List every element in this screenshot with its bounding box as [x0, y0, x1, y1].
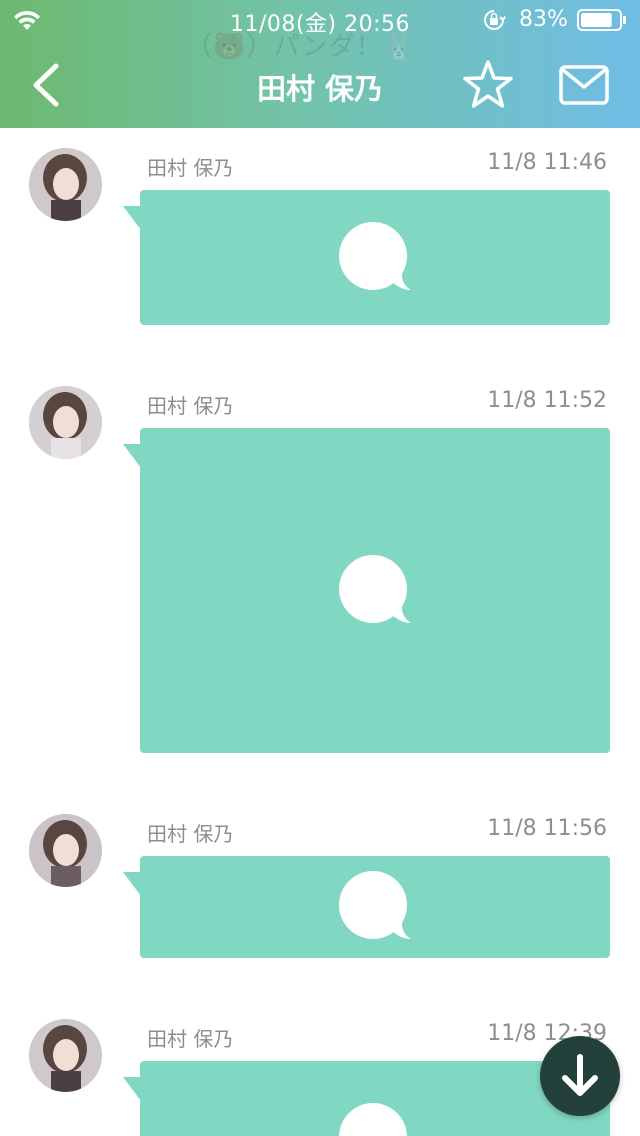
page-title: 田村 保乃	[256, 72, 384, 106]
avatar[interactable]	[29, 1019, 102, 1092]
message-time: 11/8 11:46	[487, 150, 607, 175]
bubble-tail	[123, 206, 141, 230]
star-icon	[463, 60, 513, 108]
sender-name: 田村 保乃	[147, 156, 234, 180]
avatar[interactable]	[29, 814, 102, 887]
battery-percent: 83%	[519, 7, 568, 32]
scroll-to-bottom-button[interactable]	[540, 1036, 620, 1116]
sender-name: 田村 保乃	[147, 1027, 234, 1051]
arrow-down-icon	[562, 1054, 598, 1096]
battery-icon	[577, 9, 626, 31]
speech-bubble-icon	[339, 221, 411, 290]
mail-icon	[559, 65, 609, 105]
message-time: 11/8 11:52	[487, 388, 607, 413]
bubble-tail	[123, 1077, 141, 1101]
sender-name: 田村 保乃	[147, 394, 234, 418]
sender-name: 田村 保乃	[147, 822, 234, 846]
bubble-tail	[123, 872, 141, 896]
favorite-button[interactable]	[460, 58, 516, 112]
message-bubble[interactable]	[123, 428, 610, 753]
app-header: 11/08(金) 20:56 83% （🐻）パンダ！🐰 田村 保乃	[0, 0, 640, 128]
speech-bubble-icon	[339, 554, 411, 623]
avatar-photo	[29, 814, 102, 887]
orientation-lock-icon	[484, 10, 506, 30]
message-bubble[interactable]	[123, 856, 610, 958]
avatar-photo	[29, 386, 102, 459]
message-time: 11/8 11:56	[487, 816, 607, 841]
message-bubble[interactable]	[123, 190, 610, 325]
avatar-photo	[29, 1019, 102, 1092]
header-watermark: （🐻）パンダ！🐰	[186, 32, 417, 62]
speech-bubble-icon	[339, 1103, 407, 1136]
message-feed[interactable]: 田村 保乃 11/8 11:46 田村 保乃 11/8 11:52 田村 保乃 …	[0, 128, 640, 1136]
avatar-photo	[29, 148, 102, 221]
speech-bubble-icon	[339, 871, 411, 939]
bubble-tail	[123, 444, 141, 468]
avatar[interactable]	[29, 148, 102, 221]
avatar[interactable]	[29, 386, 102, 459]
mail-button[interactable]	[556, 60, 612, 110]
